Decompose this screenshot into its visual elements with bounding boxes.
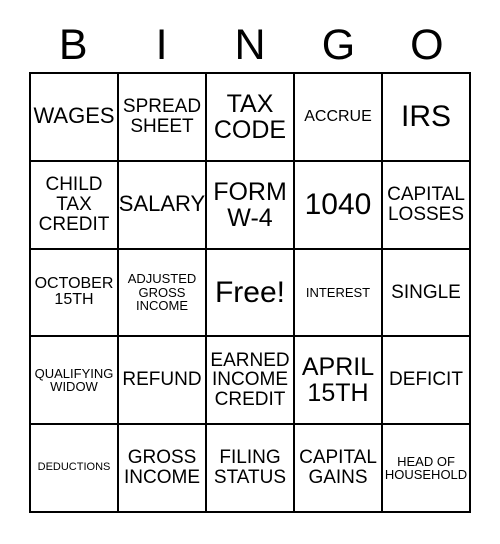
bingo-cell-label: DEFICIT — [389, 369, 463, 391]
header-letter-b: B — [58, 20, 88, 69]
bingo-grid: WAGES SPREAD SHEET TAX CODE ACCRUE IRS C… — [29, 72, 471, 513]
bingo-cell-n4[interactable]: EARNED INCOME CREDIT — [207, 337, 295, 426]
bingo-cell-o5[interactable]: HEAD OF HOUSEHOLD — [383, 425, 471, 513]
bingo-cell-g4[interactable]: APRIL 15TH — [295, 337, 383, 426]
bingo-cell-b4[interactable]: QUALIFYING WIDOW — [31, 337, 119, 426]
bingo-cell-label: APRIL 15TH — [301, 353, 375, 408]
bingo-cell-label: ADJUSTED GROSS INCOME — [127, 271, 197, 314]
bingo-cell-i3[interactable]: ADJUSTED GROSS INCOME — [119, 249, 207, 338]
bingo-cell-b5[interactable]: DEDUCTIONS — [31, 425, 119, 513]
bingo-cell-label: CAPITAL GAINS — [299, 447, 377, 489]
bingo-cell-label: DEDUCTIONS — [37, 461, 111, 474]
bingo-cell-g5[interactable]: CAPITAL GAINS — [295, 425, 383, 513]
bingo-cell-label: INTEREST — [305, 284, 371, 300]
bingo-cell-label: EARNED INCOME CREDIT — [210, 349, 290, 411]
header-letter-i: I — [155, 20, 168, 69]
bingo-cell-label: TAX CODE — [213, 89, 287, 144]
bingo-cell-label: HEAD OF HOUSEHOLD — [384, 453, 468, 483]
header-letter-o: O — [410, 20, 444, 69]
bingo-cell-label: SINGLE — [391, 281, 461, 303]
bingo-cell-label: GROSS INCOME — [124, 447, 200, 489]
bingo-cell-label: 1040 — [304, 188, 372, 222]
bingo-cell-i5[interactable]: GROSS INCOME — [119, 425, 207, 513]
bingo-cell-n5[interactable]: FILING STATUS — [207, 425, 295, 513]
bingo-cell-label: FORM W-4 — [213, 177, 287, 232]
bingo-cell-g1[interactable]: ACCRUE — [295, 74, 383, 162]
bingo-card: B I N G O WAGES SPREAD SHEET TAX CODE AC… — [0, 0, 500, 544]
free-space-label: Free! — [214, 275, 286, 309]
bingo-cell-i2[interactable]: SALARY — [119, 161, 207, 250]
header-letter-g: G — [321, 20, 356, 69]
bingo-cell-n1[interactable]: TAX CODE — [207, 74, 295, 162]
bingo-cell-o3[interactable]: SINGLE — [383, 249, 471, 338]
bingo-cell-n2[interactable]: FORM W-4 — [207, 161, 295, 250]
bingo-cell-label: QUALIFYING WIDOW — [34, 365, 114, 395]
bingo-cell-label: CAPITAL LOSSES — [387, 183, 465, 225]
bingo-cell-label: IRS — [400, 100, 451, 134]
bingo-cell-free-space[interactable]: Free! — [207, 249, 295, 338]
bingo-header-row: B I N G O — [29, 18, 471, 72]
bingo-cell-b2[interactable]: CHILD TAX CREDIT — [31, 161, 119, 250]
bingo-cell-o4[interactable]: DEFICIT — [383, 337, 471, 426]
bingo-cell-o2[interactable]: CAPITAL LOSSES — [383, 161, 471, 250]
bingo-cell-b3[interactable]: OCTOBER 15TH — [31, 249, 119, 338]
bingo-cell-label: WAGES — [33, 103, 115, 129]
bingo-cell-i4[interactable]: REFUND — [119, 337, 207, 426]
bingo-cell-label: FILING STATUS — [213, 447, 287, 489]
bingo-cell-label: REFUND — [122, 369, 202, 391]
bingo-cell-label: SALARY — [119, 191, 206, 217]
bingo-cell-i1[interactable]: SPREAD SHEET — [119, 74, 207, 162]
bingo-cell-label: SPREAD SHEET — [122, 96, 202, 137]
header-letter-n: N — [234, 20, 266, 69]
bingo-cell-label: ACCRUE — [304, 107, 372, 125]
bingo-cell-g3[interactable]: INTEREST — [295, 249, 383, 338]
bingo-cell-label: OCTOBER 15TH — [34, 274, 114, 309]
bingo-cell-o1[interactable]: IRS — [383, 74, 471, 162]
bingo-cell-b1[interactable]: WAGES — [31, 74, 119, 162]
bingo-cell-g2[interactable]: 1040 — [295, 161, 383, 250]
bingo-cell-label: CHILD TAX CREDIT — [38, 174, 110, 235]
